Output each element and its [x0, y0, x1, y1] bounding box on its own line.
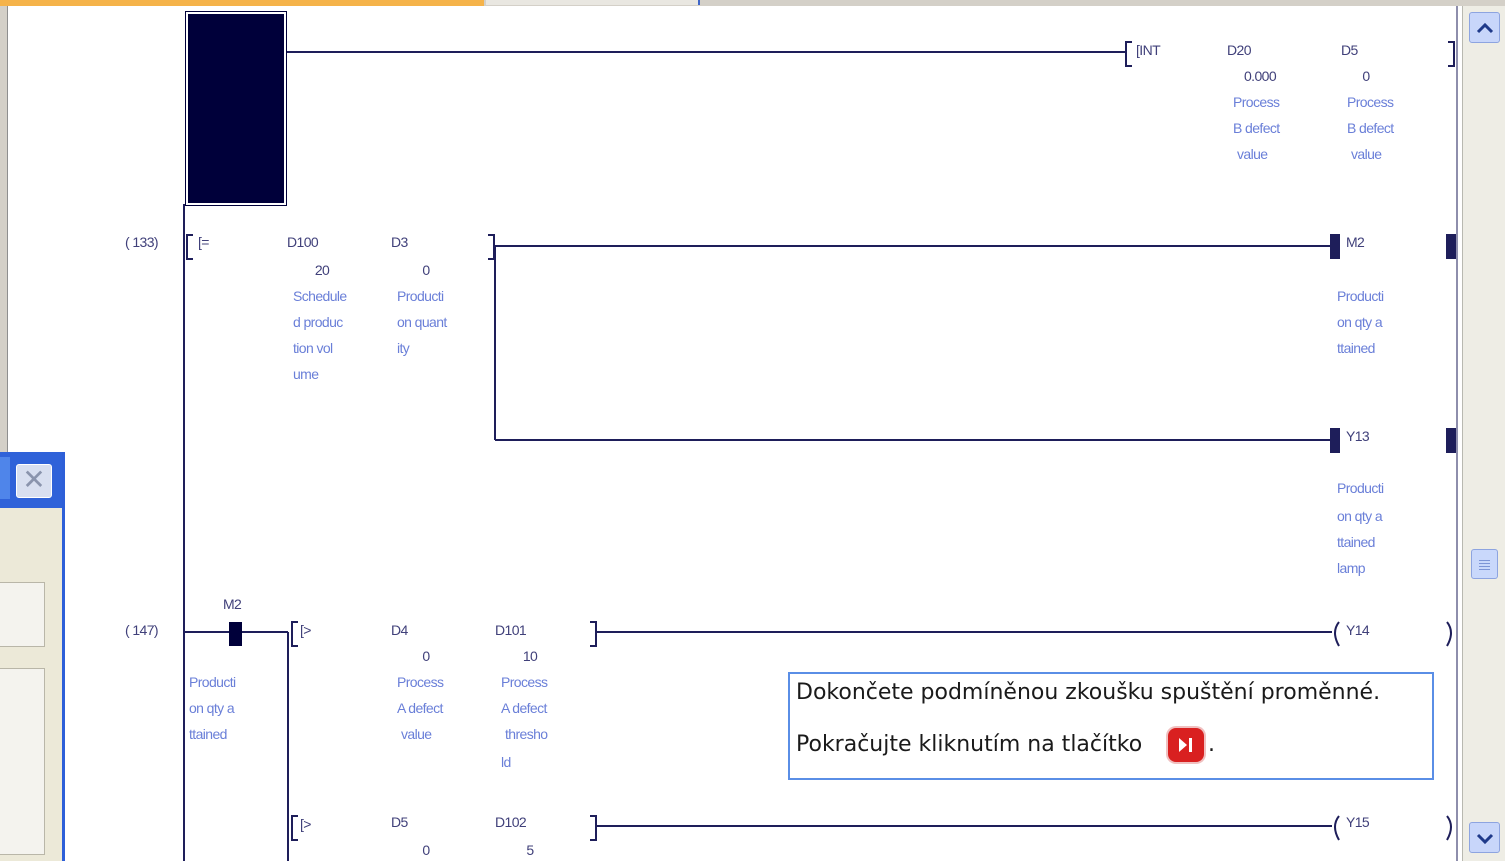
value-d100: 20: [314, 262, 330, 278]
dialog-title-edge: [0, 457, 10, 499]
comment-d20-3: value: [1237, 146, 1268, 162]
comment-d100-2: d produc: [293, 314, 343, 330]
coil-y15[interactable]: Y15: [1346, 814, 1370, 830]
device-d101[interactable]: D101: [495, 622, 527, 638]
device-d20[interactable]: D20: [1227, 42, 1251, 58]
comment-y13-3: ttained: [1337, 534, 1375, 550]
compare-equal: [=: [198, 234, 209, 250]
step-number-133: ( 133): [125, 234, 159, 250]
comment-contact-m2-3: ttained: [189, 726, 227, 742]
device-d3[interactable]: D3: [391, 234, 408, 250]
device-d102[interactable]: D102: [495, 814, 527, 830]
comment-d101-1: Process: [501, 674, 548, 690]
device-d5[interactable]: D5: [1341, 42, 1358, 58]
comment-y13-1: Producti: [1337, 480, 1384, 496]
value-d5: 0: [1362, 68, 1370, 84]
value-d4: 0: [422, 648, 430, 664]
tooltip-line-2: Pokračujte kliknutím na tlačítko: [796, 732, 1143, 757]
comment-d100-4: ume: [293, 366, 319, 382]
value-d101: 10: [522, 648, 538, 664]
partial-dialog-window: ✕: [0, 452, 65, 861]
comment-d5-3: value: [1351, 146, 1382, 162]
comment-d100-1: Schedule: [293, 288, 347, 304]
scrollbar-thumb[interactable]: [1471, 549, 1498, 579]
comment-d3-1: Producti: [397, 288, 444, 304]
tooltip-line-2-end: .: [1208, 732, 1215, 757]
compare-greater-2: [>: [300, 816, 311, 832]
int-instruction: [INT: [1136, 42, 1161, 58]
comment-y13-4: lamp: [1337, 560, 1366, 576]
vertical-scrollbar[interactable]: [1462, 6, 1505, 861]
tooltip-line-1: Dokončete podmíněnou zkoušku spuštění pr…: [796, 680, 1381, 705]
dialog-panel-2: [0, 668, 45, 855]
comment-contact-m2-2: on qty a: [189, 700, 235, 716]
comment-m2-3: ttained: [1337, 340, 1375, 356]
comment-d100-3: tion vol: [293, 340, 333, 356]
value-d3: 0: [422, 262, 430, 278]
scroll-down-button[interactable]: [1469, 822, 1500, 853]
comment-d4-1: Process: [397, 674, 444, 690]
contact-m2[interactable]: M2: [223, 596, 242, 612]
comment-d5-2: B defect: [1347, 120, 1394, 136]
comment-d4-2: A defect: [397, 700, 443, 716]
coil-y13[interactable]: Y13: [1346, 428, 1370, 444]
instruction-tooltip: Dokončete podmíněnou zkoušku spuštění pr…: [788, 672, 1434, 780]
device-d5-row2[interactable]: D5: [391, 814, 408, 830]
comment-d20-2: B defect: [1233, 120, 1280, 136]
comment-d4-3: value: [401, 726, 432, 742]
comment-d101-2: A defect: [501, 700, 547, 716]
chevron-down-icon: [1476, 831, 1494, 848]
comment-contact-m2-1: Producti: [189, 674, 236, 690]
comment-m2-2: on qty a: [1337, 314, 1383, 330]
comment-d3-2: on quant: [397, 314, 447, 330]
coil-y14[interactable]: Y14: [1346, 622, 1370, 638]
play-pause-icon[interactable]: [1168, 728, 1204, 762]
device-d4[interactable]: D4: [391, 622, 408, 638]
comment-m2-1: Producti: [1337, 288, 1384, 304]
comment-d101-4: ld: [501, 754, 511, 770]
device-d100[interactable]: D100: [287, 234, 319, 250]
step-number-147: ( 147): [125, 622, 159, 638]
chevron-up-icon: [1476, 21, 1494, 38]
comment-d20-1: Process: [1233, 94, 1280, 110]
compare-greater-1: [>: [300, 622, 311, 638]
contact-m2-symbol[interactable]: [229, 622, 242, 646]
coil-m2[interactable]: M2: [1346, 234, 1365, 250]
comment-d3-3: ity: [397, 340, 410, 356]
value-d5-row2: 0: [422, 842, 430, 858]
dialog-panel-1: [0, 582, 45, 647]
value-d20: 0.000: [1243, 68, 1277, 84]
selected-cell-cursor[interactable]: [185, 11, 287, 206]
comment-y13-2: on qty a: [1337, 508, 1383, 524]
comment-d101-3: thresho: [505, 726, 548, 742]
value-d102: 5: [526, 842, 534, 858]
comment-d5-1: Process: [1347, 94, 1394, 110]
close-icon[interactable]: ✕: [16, 464, 52, 498]
scroll-up-button[interactable]: [1469, 12, 1500, 43]
